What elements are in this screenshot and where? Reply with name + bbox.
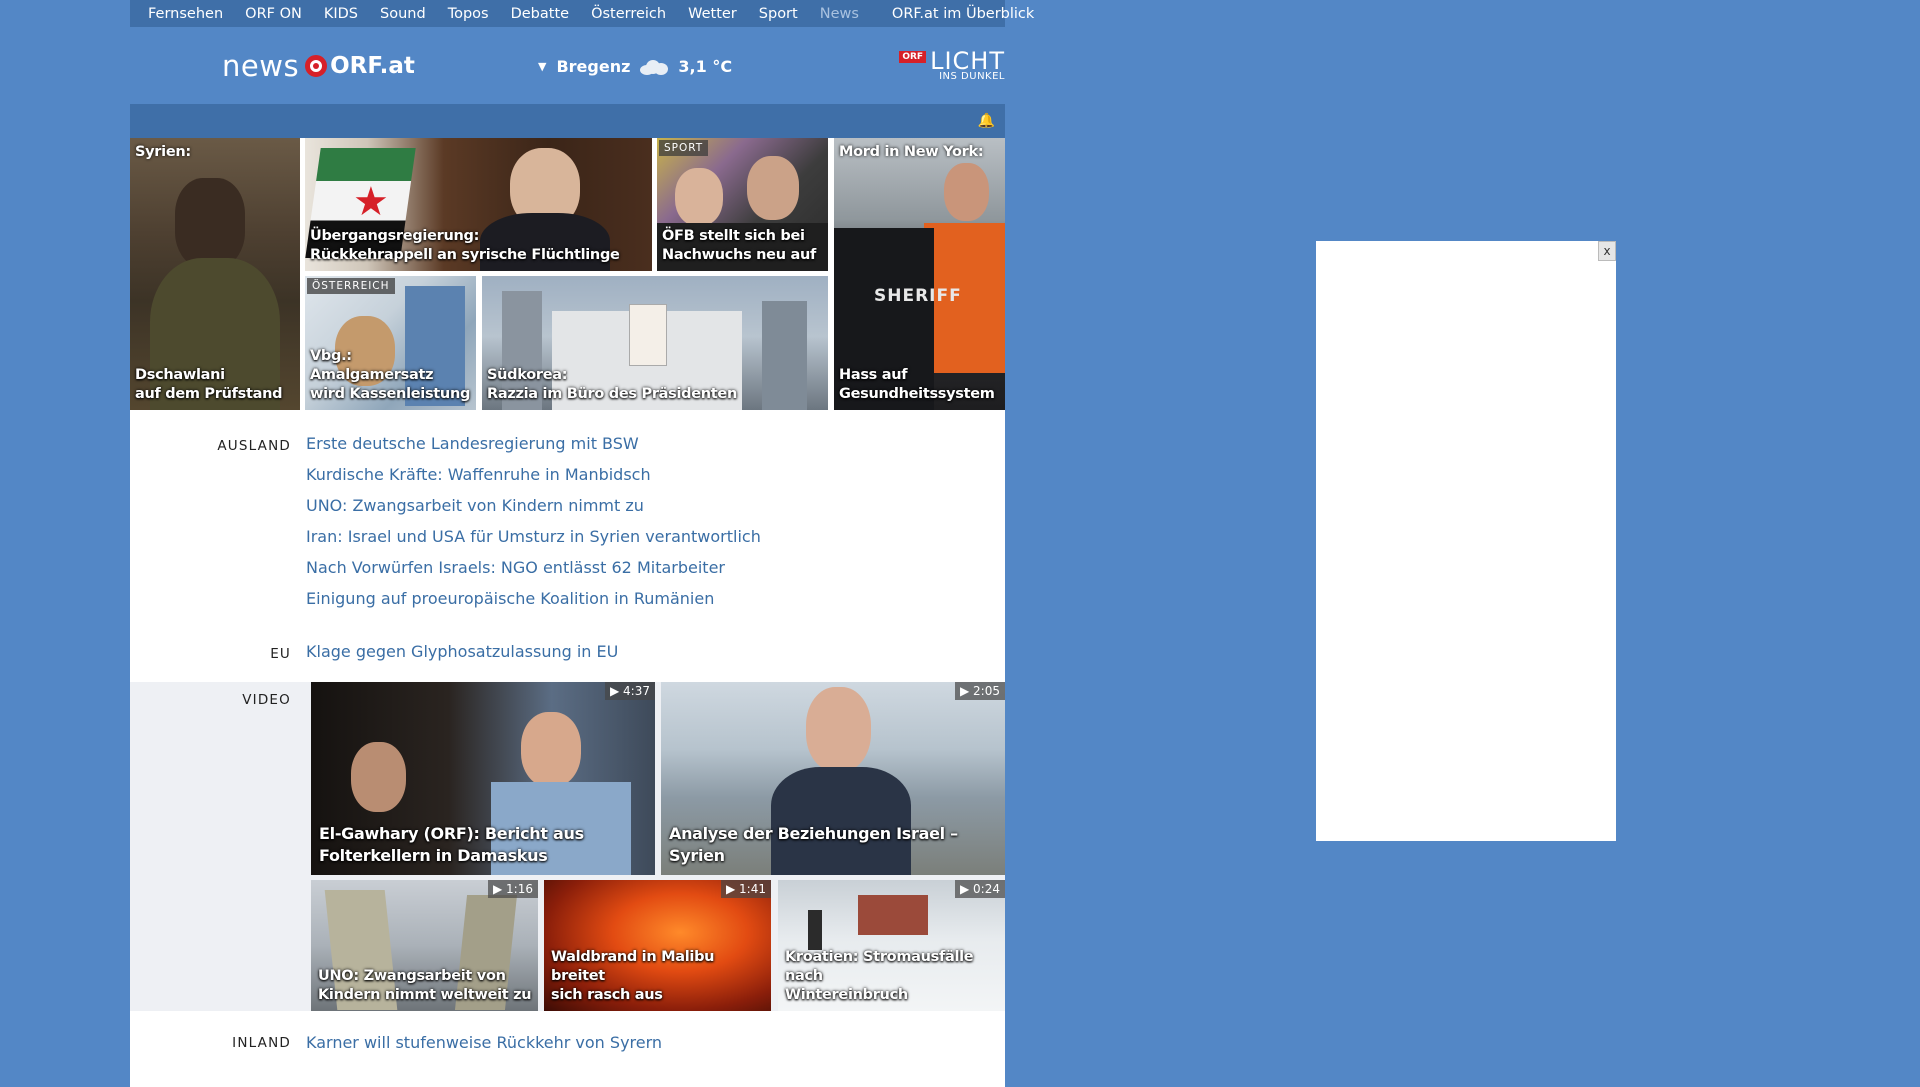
news-link[interactable]: Nach Vorwürfen Israels: NGO entlässt 62 … — [306, 552, 1005, 583]
teaser-oefb-caption: ÖFB stellt sich bei Nachwuchs neu auf — [662, 228, 816, 263]
nav-item-orf-on[interactable]: ORF ON — [245, 6, 302, 22]
news-link[interactable]: UNO: Zwangsarbeit von Kindern nimmt zu — [306, 490, 1005, 521]
teaser-grid: Syrien: Dschawlani auf dem Prüfstand ★ Ü… — [130, 138, 1005, 410]
orf-badge: ORF — [899, 51, 927, 63]
nav-item-sport[interactable]: Sport — [759, 6, 798, 22]
section-ausland: AUSLAND Erste deutsche Landesregierung m… — [130, 410, 1005, 636]
nav-item-topos[interactable]: Topos — [448, 6, 489, 22]
nav-item-news[interactable]: News — [820, 6, 859, 22]
weather-city: Bregenz — [556, 57, 631, 76]
news-orf-logo[interactable]: news ORF.at — [222, 49, 415, 83]
section-eu: EU Klage gegen Glyphosatzulassung in EU — [130, 636, 1005, 682]
nav-item-wetter[interactable]: Wetter — [688, 6, 737, 22]
video-caption: UNO: Zwangsarbeit von Kindern nimmt weltw… — [318, 968, 532, 1003]
chevron-down-icon: ▼ — [538, 60, 547, 73]
video-caption: Kroatien: Stromausfälle nach Wintereinbru… — [785, 949, 974, 1003]
video-caption: Analyse der Beziehungen Israel – Syrien — [669, 824, 958, 865]
video-duration: ▶ 1:41 — [721, 880, 771, 898]
weather-widget[interactable]: ▼ Bregenz 3,1 °C — [538, 57, 732, 76]
news-content: AUSLAND Erste deutsche Landesregierung m… — [130, 410, 1005, 1087]
teaser-syrien-kicker: Syrien: — [135, 144, 191, 160]
video-duration: ▶ 4:37 — [605, 682, 655, 700]
nav-item-kids[interactable]: KIDS — [324, 6, 358, 22]
close-icon[interactable]: x — [1598, 241, 1616, 261]
news-link[interactable]: Klage gegen Glyphosatzulassung in EU — [306, 636, 1005, 667]
news-link[interactable]: Erste deutsche Landesregierung mit BSW — [306, 428, 1005, 459]
video-tile[interactable]: ▶ 0:24 Kroatien: Stromausfälle nach Winte… — [778, 880, 1005, 1011]
teaser-new-york[interactable]: SHERIFF Mord in New York: Hass auf Gesun… — [834, 138, 1005, 410]
nav-item-debatte[interactable]: Debatte — [511, 6, 569, 22]
section-bar: 🔔 — [130, 104, 1005, 138]
nav-item-fernsehen[interactable]: Fernsehen — [148, 6, 223, 22]
video-caption: El-Gawhary (ORF): Bericht aus Folterkelle… — [319, 824, 584, 865]
news-link[interactable]: Einigung auf proeuropäische Koalition in… — [306, 583, 1005, 614]
nav-item-oesterreich[interactable]: Österreich — [591, 6, 666, 22]
video-tile[interactable]: ▶ 1:41 Waldbrand in Malibu breitet sich r… — [544, 880, 771, 1011]
video-duration: ▶ 0:24 — [955, 880, 1005, 898]
teaser-uebergangsregierung-caption: Übergangsregierung: Rückkehrappell an sy… — [310, 228, 620, 263]
teaser-new-york-kicker: Mord in New York: — [839, 144, 984, 160]
news-link[interactable]: Karner will stufenweise Rückkehr von Syr… — [306, 1027, 1005, 1058]
nav-item-sound[interactable]: Sound — [380, 6, 426, 22]
top-navigation: Fernsehen ORF ON KIDS Sound Topos Debatt… — [130, 0, 1034, 27]
video-tile[interactable]: ▶ 2:05 Analyse der Beziehungen Israel – … — [661, 682, 1005, 875]
video-duration: ▶ 1:16 — [488, 880, 538, 898]
bell-icon[interactable]: 🔔 — [978, 113, 995, 129]
teaser-suedkorea-caption: Südkorea: Razzia im Büro des Präsidenten — [487, 367, 737, 402]
teaser-vbg-caption: Vbg.: Amalgamersatz wird Kassenleistung — [310, 348, 471, 402]
logo-orf-text: ORF.at — [330, 53, 415, 79]
orf-ring-icon — [305, 55, 328, 77]
teaser-new-york-caption: Hass auf Gesundheitssystem — [839, 367, 995, 402]
logo-news-text: news — [222, 49, 300, 83]
video-caption: Waldbrand in Malibu breitet sich rasch au… — [551, 949, 715, 1003]
section-inland: INLAND Karner will stufenweise Rückkehr … — [130, 1011, 1005, 1087]
news-link[interactable]: Kurdische Kräfte: Waffenruhe in Manbidsc… — [306, 459, 1005, 490]
teaser-oefb[interactable]: SPORT ÖFB stellt sich bei Nachwuchs neu … — [657, 138, 828, 271]
section-label-eu: EU — [270, 646, 291, 662]
ad-panel: x — [1316, 241, 1616, 841]
weather-temperature: 3,1 °C — [678, 57, 733, 76]
news-link[interactable]: Iran: Israel und USA für Umsturz in Syri… — [306, 521, 1005, 552]
section-label-inland: INLAND — [232, 1035, 291, 1051]
teaser-uebergangsregierung[interactable]: ★ Übergangsregierung: Rückkehrappell an … — [305, 138, 652, 271]
section-label-video: VIDEO — [242, 692, 291, 708]
cloud-icon — [638, 59, 670, 75]
teaser-suedkorea[interactable]: Südkorea: Razzia im Büro des Präsidenten — [482, 276, 828, 410]
section-video: VIDEO ▶ 4:37 El-Gawhary (ORF): Bericht a… — [130, 682, 1005, 1011]
teaser-vbg-tag: ÖSTERREICH — [307, 278, 395, 294]
teaser-syrien-caption: Dschawlani auf dem Prüfstand — [135, 367, 283, 402]
video-tile[interactable]: ▶ 1:16 UNO: Zwangsarbeit von Kindern nimm… — [311, 880, 538, 1011]
page-container: Fernsehen ORF ON KIDS Sound Topos Debatt… — [130, 0, 1034, 1087]
site-header: news ORF.at ▼ Bregenz 3,1 °C ORF LICHT IN… — [130, 27, 1005, 104]
teaser-oefb-tag: SPORT — [659, 140, 709, 156]
section-label-ausland: AUSLAND — [217, 438, 291, 454]
licht-ins-dunkel-logo[interactable]: ORF LICHT INS DUNKEL — [899, 47, 1005, 82]
teaser-vbg-amalgam[interactable]: ÖSTERREICH Vbg.: Amalgamersatz wird Kass… — [305, 276, 476, 410]
nav-item-overview[interactable]: ORF.at im Überblick — [892, 6, 1034, 22]
video-duration: ▶ 2:05 — [955, 682, 1005, 700]
teaser-syrien[interactable]: Syrien: Dschawlani auf dem Prüfstand — [130, 138, 300, 410]
video-tile[interactable]: ▶ 4:37 El-Gawhary (ORF): Bericht aus Folt… — [311, 682, 655, 875]
